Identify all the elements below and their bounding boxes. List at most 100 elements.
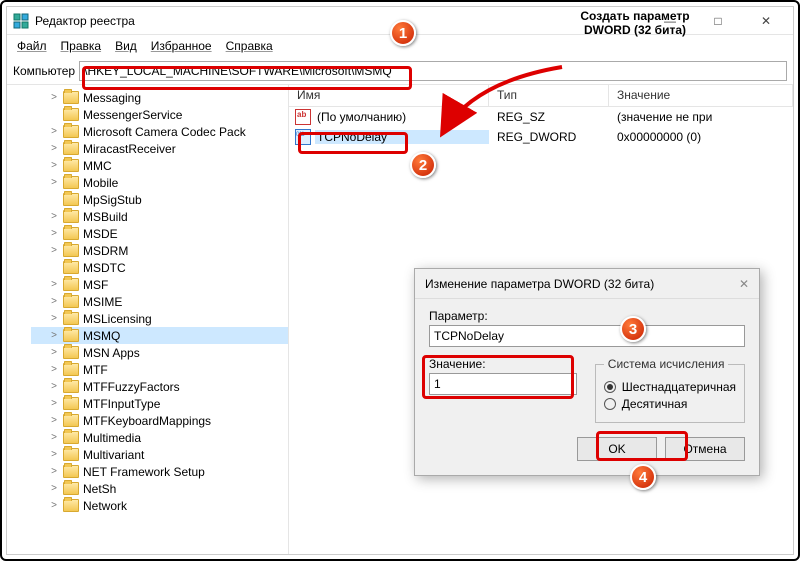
tree-node[interactable]: > MTFKeyboardMappings bbox=[31, 412, 288, 429]
folder-icon bbox=[63, 448, 79, 461]
arrow-icon bbox=[412, 62, 582, 152]
menu-help[interactable]: Справка bbox=[220, 37, 279, 55]
radio-hex[interactable]: Шестнадцатеричная bbox=[604, 380, 736, 394]
tree-node[interactable]: > Messaging bbox=[31, 89, 288, 106]
expand-icon[interactable]: > bbox=[47, 466, 61, 477]
expand-icon[interactable]: > bbox=[47, 415, 61, 426]
address-path: \HKEY_LOCAL_MACHINE\SOFTWARE\Microsoft\M… bbox=[84, 64, 392, 78]
tree-node[interactable]: MpSigStub bbox=[31, 191, 288, 208]
expand-icon[interactable]: > bbox=[47, 296, 61, 307]
tree-label: Mobile bbox=[81, 176, 120, 190]
tree-label: MSF bbox=[81, 278, 110, 292]
expand-icon[interactable]: > bbox=[47, 449, 61, 460]
expand-icon[interactable]: > bbox=[47, 313, 61, 324]
folder-icon bbox=[63, 346, 79, 359]
expand-icon[interactable]: > bbox=[47, 92, 61, 103]
tree-label: MMC bbox=[81, 159, 114, 173]
callout-line1: Создать параметр bbox=[500, 10, 770, 24]
folder-icon bbox=[63, 465, 79, 478]
tree-panel[interactable]: > MessagingMessengerService>Microsoft Cam… bbox=[7, 85, 289, 554]
tree-node[interactable]: >Microsoft Camera Codec Pack bbox=[31, 123, 288, 140]
expand-icon[interactable]: > bbox=[47, 500, 61, 511]
callout-line2: DWORD (32 бита) bbox=[500, 24, 770, 38]
expand-icon[interactable]: > bbox=[47, 143, 61, 154]
expand-icon[interactable]: > bbox=[47, 330, 61, 341]
tree-node[interactable]: >Multivariant bbox=[31, 446, 288, 463]
cancel-button[interactable]: Отмена bbox=[665, 437, 745, 461]
folder-icon bbox=[63, 244, 79, 257]
tree-node[interactable]: > MiracastReceiver bbox=[31, 140, 288, 157]
tree-label: MTFKeyboardMappings bbox=[81, 414, 213, 428]
menu-file[interactable]: Файл bbox=[11, 37, 53, 55]
folder-icon bbox=[63, 227, 79, 240]
tree-label: Multimedia bbox=[81, 431, 143, 445]
tree-label: Messaging bbox=[81, 91, 143, 105]
tree-label: MSIME bbox=[81, 295, 124, 309]
expand-icon[interactable]: > bbox=[47, 126, 61, 137]
col-value[interactable]: Значение bbox=[609, 85, 793, 106]
tree-node[interactable]: >MSDE bbox=[31, 225, 288, 242]
tree-node[interactable]: > MMC bbox=[31, 157, 288, 174]
tree-node[interactable]: > Multimedia bbox=[31, 429, 288, 446]
tree-node[interactable]: > MTF bbox=[31, 361, 288, 378]
tree-node[interactable]: >MSMQ bbox=[31, 327, 288, 344]
tree-label: MTF bbox=[81, 363, 110, 377]
edit-dword-dialog: Изменение параметра DWORD (32 бита) ✕ Па… bbox=[414, 268, 760, 476]
tree-node[interactable]: > NetSh bbox=[31, 480, 288, 497]
expand-icon[interactable]: > bbox=[47, 245, 61, 256]
folder-icon bbox=[63, 210, 79, 223]
param-name-input[interactable] bbox=[429, 325, 745, 347]
expand-icon[interactable]: > bbox=[47, 160, 61, 171]
menu-favorites[interactable]: Избранное bbox=[145, 37, 218, 55]
expand-icon[interactable]: > bbox=[47, 432, 61, 443]
window-title: Редактор реестра bbox=[35, 14, 135, 28]
tree-node[interactable]: > MSBuild bbox=[31, 208, 288, 225]
folder-icon bbox=[63, 91, 79, 104]
dword-icon bbox=[295, 129, 311, 145]
param-label: Параметр: bbox=[429, 309, 745, 323]
tree-label: NetSh bbox=[81, 482, 118, 496]
tree-node[interactable]: > MSIME bbox=[31, 293, 288, 310]
tree-label: MSBuild bbox=[81, 210, 130, 224]
tree-node[interactable]: > Mobile bbox=[31, 174, 288, 191]
tree-label: MTFFuzzyFactors bbox=[81, 380, 182, 394]
folder-icon bbox=[63, 159, 79, 172]
expand-icon[interactable]: > bbox=[47, 177, 61, 188]
tree-label: Network bbox=[81, 499, 129, 513]
base-legend: Система исчисления bbox=[604, 357, 729, 371]
tree-node[interactable]: > MSF bbox=[31, 276, 288, 293]
tree-node[interactable]: MSDTC bbox=[31, 259, 288, 276]
tree-node[interactable]: >MSN Apps bbox=[31, 344, 288, 361]
value-input[interactable] bbox=[429, 373, 577, 395]
menu-edit[interactable]: Правка bbox=[55, 37, 108, 55]
expand-icon[interactable]: > bbox=[47, 364, 61, 375]
tree-node[interactable]: MessengerService bbox=[31, 106, 288, 123]
menu-view[interactable]: Вид bbox=[109, 37, 143, 55]
address-bar: Компьютер \HKEY_LOCAL_MACHINE\SOFTWARE\M… bbox=[7, 57, 793, 85]
expand-icon[interactable]: > bbox=[47, 228, 61, 239]
radio-dec[interactable]: Десятичная bbox=[604, 397, 736, 411]
expand-icon[interactable]: > bbox=[47, 347, 61, 358]
tree-label: MiracastReceiver bbox=[81, 142, 178, 156]
tree-node[interactable]: > MTFFuzzyFactors bbox=[31, 378, 288, 395]
folder-icon bbox=[63, 329, 79, 342]
folder-icon bbox=[63, 295, 79, 308]
folder-icon bbox=[63, 142, 79, 155]
tree-node[interactable]: >MTFInputType bbox=[31, 395, 288, 412]
tree-label: NET Framework Setup bbox=[81, 465, 207, 479]
dialog-title: Изменение параметра DWORD (32 бита) bbox=[425, 277, 654, 291]
expand-icon[interactable]: > bbox=[47, 398, 61, 409]
tree-node[interactable]: > NET Framework Setup bbox=[31, 463, 288, 480]
dialog-close-icon[interactable]: ✕ bbox=[739, 277, 749, 291]
folder-icon bbox=[63, 380, 79, 393]
expand-icon[interactable]: > bbox=[47, 381, 61, 392]
tree-node[interactable]: > Network bbox=[31, 497, 288, 514]
tree-node[interactable]: > MSDRM bbox=[31, 242, 288, 259]
expand-icon[interactable]: > bbox=[47, 211, 61, 222]
tree-node[interactable]: >MSLicensing bbox=[31, 310, 288, 327]
folder-icon bbox=[63, 397, 79, 410]
tree-label: MSDRM bbox=[81, 244, 130, 258]
expand-icon[interactable]: > bbox=[47, 483, 61, 494]
ok-button[interactable]: OK bbox=[577, 437, 657, 461]
expand-icon[interactable]: > bbox=[47, 279, 61, 290]
